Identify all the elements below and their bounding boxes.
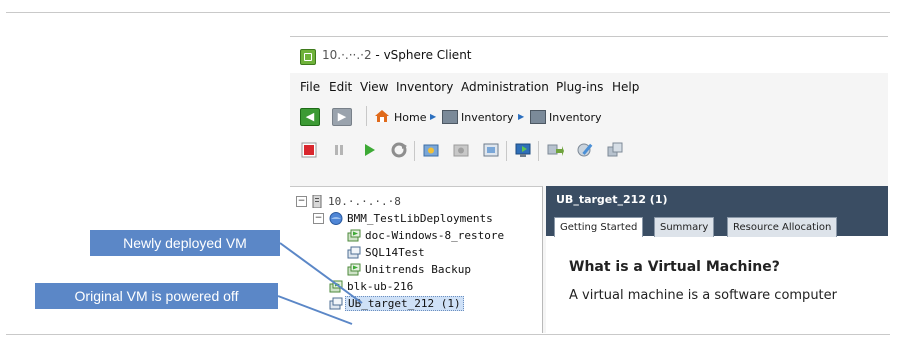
callout-newly-deployed: Newly deployed VM [90,230,280,256]
leader-line-newly-deployed [279,242,363,304]
callout-original-vm-off: Original VM is powered off [35,283,278,309]
leader-line-original-vm [277,295,353,325]
